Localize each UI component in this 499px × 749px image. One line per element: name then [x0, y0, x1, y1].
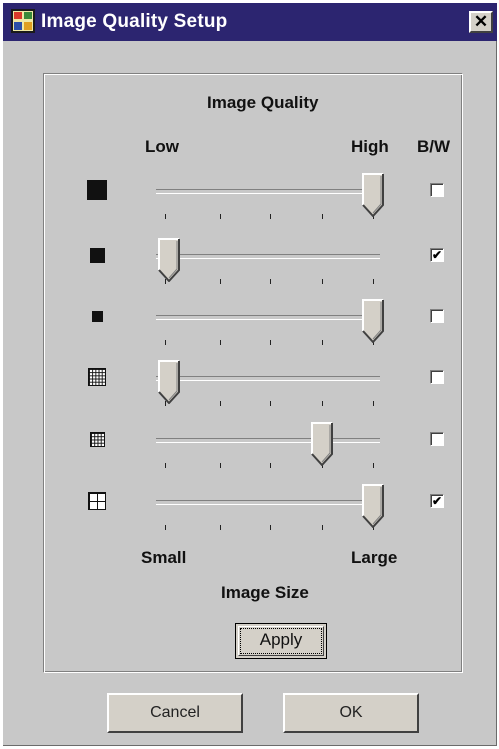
slider-track[interactable]: [156, 254, 380, 259]
slider-tick: [220, 401, 221, 406]
slider-tick: [165, 340, 166, 345]
slider-tick: [373, 463, 374, 468]
bw-checkbox-2[interactable]: ✔: [430, 248, 444, 262]
image-quality-dialog: Image Quality Setup ✕ Image Quality Low …: [3, 3, 497, 746]
slider-tick: [322, 214, 323, 219]
image-size-heading: Image Size: [221, 583, 309, 602]
slider-thumb[interactable]: [362, 484, 384, 528]
slider-tick: [322, 340, 323, 345]
title-bar[interactable]: Image Quality Setup ✕: [3, 3, 497, 41]
small-solid-square-icon: [91, 310, 103, 322]
slider-tick: [220, 340, 221, 345]
fine-grid-icon: [88, 368, 106, 386]
slider-tick: [270, 463, 271, 468]
slider-track[interactable]: [156, 500, 380, 505]
slider-tick: [220, 279, 221, 284]
large-solid-square-icon: [87, 180, 107, 200]
slider-tick: [270, 214, 271, 219]
checkmark-icon: ✔: [431, 494, 443, 508]
bw-checkbox-5[interactable]: [430, 432, 444, 446]
slider-tick: [270, 525, 271, 530]
bw-label: B/W: [417, 137, 451, 156]
slider-tick: [165, 214, 166, 219]
slider-tick: [165, 525, 166, 530]
large-label: Large: [351, 548, 398, 567]
slider-track[interactable]: [156, 189, 380, 194]
slider-tick: [270, 401, 271, 406]
close-button[interactable]: ✕: [469, 11, 493, 33]
coarse-grid-icon: [88, 492, 106, 510]
apply-button[interactable]: Apply: [235, 623, 327, 659]
slider-thumb[interactable]: [362, 299, 384, 343]
image-quality-heading: Image Quality: [207, 93, 319, 112]
slider-tick: [373, 279, 374, 284]
small-label: Small: [141, 548, 187, 567]
slider-tick: [373, 401, 374, 406]
slider-tick: [322, 279, 323, 284]
cancel-button[interactable]: Cancel: [107, 693, 243, 733]
slider-tick: [220, 214, 221, 219]
slider-tick: [270, 340, 271, 345]
high-label: High: [351, 137, 389, 156]
slider-thumb[interactable]: [362, 173, 384, 217]
slider-thumb[interactable]: [158, 360, 180, 404]
medium-grid-icon: [89, 431, 105, 447]
apply-button-label: Apply: [240, 628, 322, 654]
bw-checkbox-4[interactable]: [430, 370, 444, 384]
slider-tick: [322, 401, 323, 406]
slider-thumb[interactable]: [311, 422, 333, 466]
bw-checkbox-3[interactable]: [430, 309, 444, 323]
slider-thumb[interactable]: [158, 238, 180, 282]
medium-solid-square-icon: [89, 247, 105, 263]
slider-tick: [322, 525, 323, 530]
slider-tick: [270, 279, 271, 284]
close-icon: ✕: [473, 12, 489, 31]
checkmark-icon: ✔: [431, 248, 443, 262]
slider-tick: [220, 463, 221, 468]
slider-track[interactable]: [156, 376, 380, 381]
bw-checkbox-6[interactable]: ✔: [430, 494, 444, 508]
slider-track[interactable]: [156, 315, 380, 320]
app-icon: [11, 9, 35, 33]
ok-button[interactable]: OK: [283, 693, 419, 733]
slider-tick: [165, 463, 166, 468]
low-label: Low: [145, 137, 179, 156]
slider-tick: [220, 525, 221, 530]
window-title: Image Quality Setup: [41, 11, 228, 32]
bw-checkbox-1[interactable]: [430, 183, 444, 197]
slider-track[interactable]: [156, 438, 380, 443]
